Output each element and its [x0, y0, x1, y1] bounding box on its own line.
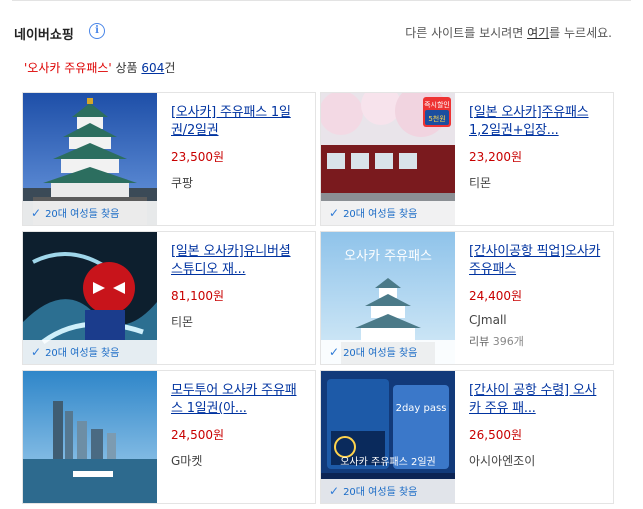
store-name: G마켓: [171, 454, 203, 468]
badge-text: 20대 여성들 찾음: [343, 209, 418, 220]
overlay-title-text: 오사카 주유패스 2일권: [340, 456, 436, 468]
result-summary: '오사카 주유패스' 상품 604건: [24, 59, 175, 76]
product-price: 24,400원: [469, 289, 523, 303]
product-info: [간사이공항 픽업]오사카주유패스 24,400원 CJmall 리뷰 396개: [469, 243, 604, 349]
here-link[interactable]: 여기: [527, 26, 549, 40]
osaka-skyline-image: [23, 371, 157, 503]
top-divider: [12, 0, 631, 1]
product-card[interactable]: 오사카 주유패스 ✓ 20대 여성들 찾음 [간사이공항 픽업]오사카주유패스 2…: [320, 231, 614, 365]
product-info: [일본 오사카]유니버셜 스튜디오 재... 81,100원 티몬: [171, 243, 306, 330]
check-icon: ✓: [31, 345, 42, 359]
promo-top-text: 즉시할인: [424, 100, 450, 109]
popularity-badge: ✓ 20대 여성들 찾음: [23, 201, 157, 225]
badge-text: 20대 여성들 찾음: [45, 209, 120, 220]
popularity-badge: ✓ 20대 여성들 찾음: [23, 340, 157, 364]
product-price: 26,500원: [469, 428, 523, 442]
product-info: [일본 오사카]주유패스1,2일권+입장... 23,200원 티몬: [469, 104, 604, 191]
info-icon[interactable]: i: [89, 23, 105, 39]
product-title-link[interactable]: 모두투어 오사카 주유패스 1일권(아...: [171, 382, 306, 418]
product-thumbnail[interactable]: [23, 371, 157, 503]
check-icon: ✓: [329, 484, 340, 498]
guide-suffix: 를 누르세요.: [549, 26, 612, 40]
badge-text: 20대 여성들 찾음: [343, 348, 418, 359]
product-info: [오사카] 주유패스 1일권/2일권 23,500원 쿠팡: [171, 104, 306, 191]
product-card[interactable]: ✓ 20대 여성들 찾음 [오사카] 주유패스 1일권/2일권 23,500원 쿠…: [22, 92, 316, 226]
product-title-link[interactable]: [일본 오사카]주유패스1,2일권+입장...: [469, 104, 604, 140]
product-thumbnail[interactable]: ✓ 20대 여성들 찾음: [23, 93, 157, 225]
check-icon: ✓: [329, 345, 340, 359]
product-card[interactable]: ✓ 20대 여성들 찾음 [일본 오사카]유니버셜 스튜디오 재... 81,10…: [22, 231, 316, 365]
product-title-link[interactable]: [간사이공항 픽업]오사카주유패스: [469, 243, 604, 279]
card-pass-text: 2day pass: [396, 403, 447, 414]
review-count: 396개: [492, 335, 524, 348]
badge-text: 20대 여성들 찾음: [45, 348, 120, 359]
popularity-badge: ✓ 20대 여성들 찾음: [321, 201, 455, 225]
product-info: 모두투어 오사카 주유패스 1일권(아... 24,500원 G마켓: [171, 382, 306, 469]
check-icon: ✓: [31, 206, 42, 220]
store-name: 티몬: [171, 315, 194, 329]
product-card[interactable]: 모두투어 오사카 주유패스 1일권(아... 24,500원 G마켓: [22, 370, 316, 504]
guide-prefix: 다른 사이트를 보시려면: [405, 26, 528, 40]
result-count[interactable]: 604: [141, 61, 164, 75]
product-thumbnail[interactable]: 오사카 주유패스 ✓ 20대 여성들 찾음: [321, 232, 455, 364]
store-name: 아시아엔조이: [469, 454, 536, 468]
product-card[interactable]: 2day pass 오사카 주유패스 2일권 ✓ 20대 여성들 찾음 [간사이 …: [320, 370, 614, 504]
result-unit: 건: [164, 61, 176, 75]
product-price: 23,200원: [469, 150, 523, 164]
check-icon: ✓: [329, 206, 340, 220]
product-price: 81,100원: [171, 289, 225, 303]
product-thumbnail[interactable]: ✓ 20대 여성들 찾음: [23, 232, 157, 364]
review-label: 리뷰: [469, 335, 490, 348]
product-info: [간사이 공항 수령] 오사카 주유 패... 26,500원 아시아엔조이: [469, 382, 604, 469]
product-price: 23,500원: [171, 150, 225, 164]
product-thumbnail[interactable]: 즉시할인 5천원 ✓ 20대 여성들 찾음: [321, 93, 455, 225]
result-label: 상품: [111, 61, 142, 75]
popularity-badge: ✓ 20대 여성들 찾음: [321, 479, 455, 503]
badge-text: 20대 여성들 찾음: [343, 487, 418, 498]
product-title-link[interactable]: [오사카] 주유패스 1일권/2일권: [171, 104, 306, 140]
product-thumbnail[interactable]: 2day pass 오사카 주유패스 2일권 ✓ 20대 여성들 찾음: [321, 371, 455, 503]
product-title-link[interactable]: [일본 오사카]유니버셜 스튜디오 재...: [171, 243, 306, 279]
product-title-link[interactable]: [간사이 공항 수령] 오사카 주유 패...: [469, 382, 604, 418]
search-keyword: '오사카 주유패스': [24, 61, 112, 75]
other-site-guide: 다른 사이트를 보시려면 여기를 누르세요.: [405, 24, 612, 41]
store-name: CJmall: [469, 313, 507, 327]
product-price: 24,500원: [171, 428, 225, 442]
shopping-header: 네이버쇼핑 i 다른 사이트를 보시려면 여기를 누르세요.: [14, 22, 612, 43]
popularity-badge: ✓ 20대 여성들 찾음: [321, 340, 455, 364]
store-name: 쿠팡: [171, 176, 194, 190]
overlay-title-text: 오사카 주유패스: [344, 249, 432, 264]
store-name: 티몬: [469, 176, 492, 190]
product-card[interactable]: 즉시할인 5천원 ✓ 20대 여성들 찾음 [일본 오사카]주유패스1,2일권+입…: [320, 92, 614, 226]
review-info: 리뷰 396개: [469, 333, 604, 349]
promo-bottom-text: 5천원: [428, 114, 445, 123]
section-title[interactable]: 네이버쇼핑: [14, 24, 74, 43]
